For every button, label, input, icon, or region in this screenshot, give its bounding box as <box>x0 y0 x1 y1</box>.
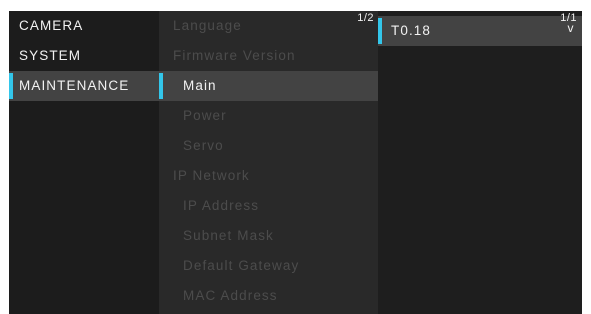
menu-item-subnet-mask: Subnet Mask <box>159 221 378 251</box>
menu-item-label: Servo <box>183 138 224 153</box>
menu-item-label: MAC Address <box>183 288 278 303</box>
menu-item-label: IP Network <box>173 168 250 183</box>
menu-screen: CAMERA SYSTEM MAINTENANCE 1/2 Language F… <box>9 11 582 314</box>
firmware-version-value: T0.18 <box>391 23 432 38</box>
menu-item-label: Main <box>183 78 217 93</box>
category-label: SYSTEM <box>19 48 82 63</box>
menu-item-label: Subnet Mask <box>183 228 274 243</box>
selection-cursor <box>159 73 163 99</box>
menu-item-label: IP Address <box>183 198 260 213</box>
category-maintenance[interactable]: MAINTENANCE <box>9 71 159 101</box>
category-column: CAMERA SYSTEM MAINTENANCE <box>9 11 159 314</box>
menu-item-servo: Servo <box>159 131 378 161</box>
menu-item-label: Firmware Version <box>173 48 296 63</box>
category-camera[interactable]: CAMERA <box>9 11 159 41</box>
menu-item-language: Language <box>159 11 378 41</box>
scroll-down-icon: v <box>567 21 574 35</box>
submenu-column: 1/2 Language Firmware Version Main Power… <box>159 11 378 314</box>
menu-item-mac-address: MAC Address <box>159 281 378 311</box>
category-label: CAMERA <box>19 18 84 33</box>
menu-item-label: Power <box>183 108 227 123</box>
selection-cursor <box>378 18 382 44</box>
category-label: MAINTENANCE <box>19 78 130 93</box>
firmware-value-row[interactable]: T0.18 <box>378 16 582 46</box>
menu-item-label: Default Gateway <box>183 258 300 273</box>
menu-item-default-gateway: Default Gateway <box>159 251 378 281</box>
selection-cursor <box>9 73 13 99</box>
menu-item-main[interactable]: Main <box>159 71 378 101</box>
value-column: T0.18 1/1 v <box>378 11 582 314</box>
menu-item-label: Language <box>173 18 242 33</box>
category-system[interactable]: SYSTEM <box>9 41 159 71</box>
menu-item-power: Power <box>159 101 378 131</box>
menu-item-firmware-version: Firmware Version <box>159 41 378 71</box>
menu-item-ip-address: IP Address <box>159 191 378 221</box>
menu-item-ip-network: IP Network <box>159 161 378 191</box>
